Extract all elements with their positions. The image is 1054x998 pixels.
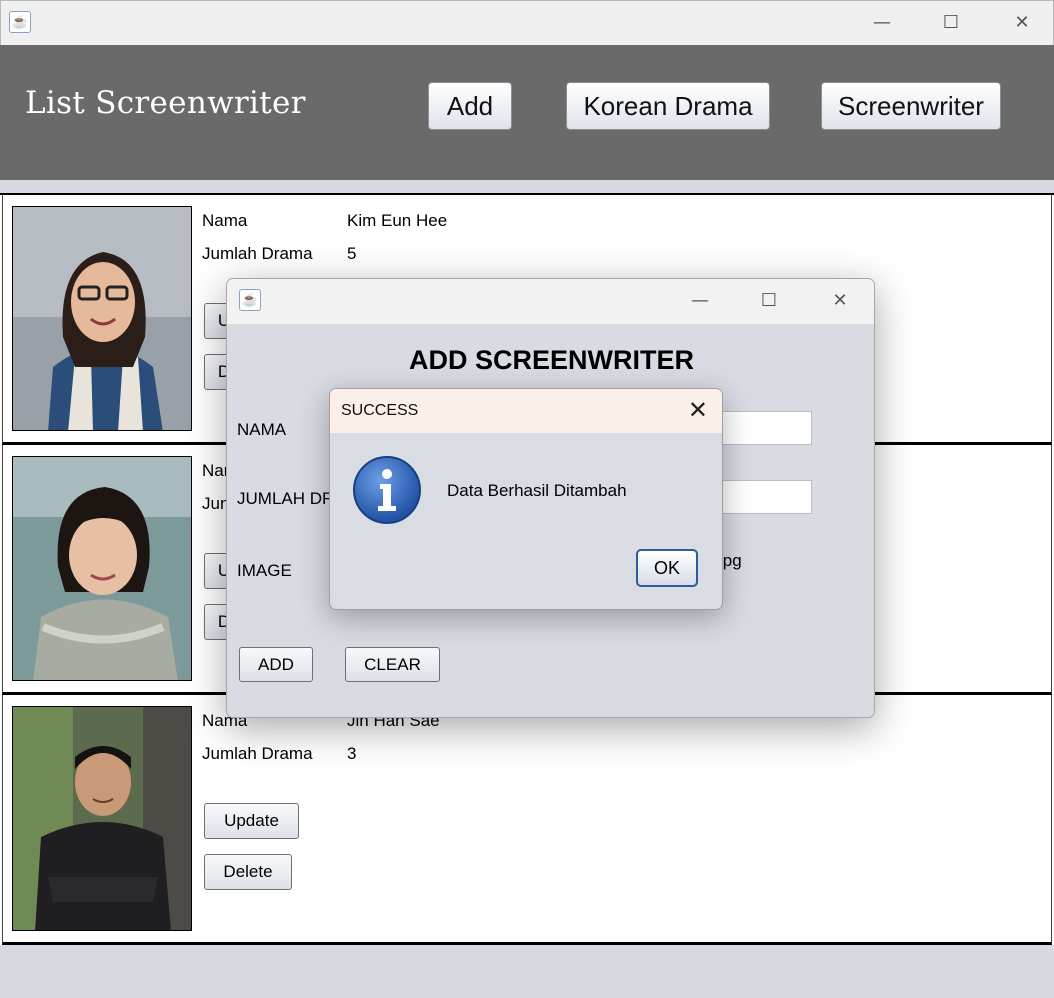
screenwriter-photo xyxy=(12,706,192,931)
dialog-titlebar: ☕ — ☐ ✕ xyxy=(227,279,874,324)
main-window-titlebar: ☕ — ☐ ✕ xyxy=(0,0,1054,45)
message-text: Data Berhasil Ditambah xyxy=(447,481,627,500)
delete-button[interactable]: Delete xyxy=(204,854,292,890)
screenwriter-nav-button[interactable]: Screenwriter xyxy=(821,82,1001,130)
page-title: List Screenwriter xyxy=(25,85,306,121)
dialog-title: ADD SCREENWRITER xyxy=(408,345,694,375)
message-titlebar: SUCCESS ✕ xyxy=(330,389,722,433)
image-label: IMAGE xyxy=(237,561,292,580)
name-label: Nama xyxy=(202,211,248,230)
portrait-image xyxy=(13,707,191,930)
screenwriter-photo xyxy=(12,206,192,431)
count-value: 5 xyxy=(347,244,357,263)
jumlah-drama-label: JUMLAH DR xyxy=(237,489,335,508)
name-value: Kim Eun Hee xyxy=(347,211,448,230)
dialog-close-button[interactable]: ✕ xyxy=(825,287,855,315)
dialog-maximize-button[interactable]: ☐ xyxy=(754,287,784,315)
add-nav-button[interactable]: Add xyxy=(428,82,512,130)
list-item: Nama Jin Han Sae Jumlah Drama 3 Update D… xyxy=(2,695,1052,945)
close-icon[interactable]: ✕ xyxy=(688,396,708,424)
message-title: SUCCESS xyxy=(341,402,419,419)
info-icon xyxy=(353,456,421,524)
close-button[interactable]: ✕ xyxy=(1007,9,1037,37)
java-icon: ☕ xyxy=(9,11,31,33)
count-value: 3 xyxy=(347,744,357,763)
portrait-image xyxy=(13,207,191,430)
nama-label: NAMA xyxy=(237,420,287,439)
maximize-button[interactable]: ☐ xyxy=(936,9,966,37)
minimize-button[interactable]: — xyxy=(867,9,897,37)
dialog-minimize-button[interactable]: — xyxy=(685,287,715,315)
count-label: Jumlah Drama xyxy=(202,744,313,763)
app-header: List Screenwriter Add Korean Drama Scree… xyxy=(0,45,1054,180)
portrait-image xyxy=(13,457,191,680)
success-message-dialog: SUCCESS ✕ Data Berhasil Ditambah OK xyxy=(329,388,723,610)
update-button[interactable]: Update xyxy=(204,803,299,839)
count-label: Jumlah Drama xyxy=(202,244,313,263)
java-icon: ☕ xyxy=(239,289,261,311)
screenwriter-photo xyxy=(12,456,192,681)
clear-button[interactable]: CLEAR xyxy=(345,647,440,682)
add-button[interactable]: ADD xyxy=(239,647,313,682)
korean-drama-nav-button[interactable]: Korean Drama xyxy=(566,82,770,130)
ok-button[interactable]: OK xyxy=(636,549,698,587)
